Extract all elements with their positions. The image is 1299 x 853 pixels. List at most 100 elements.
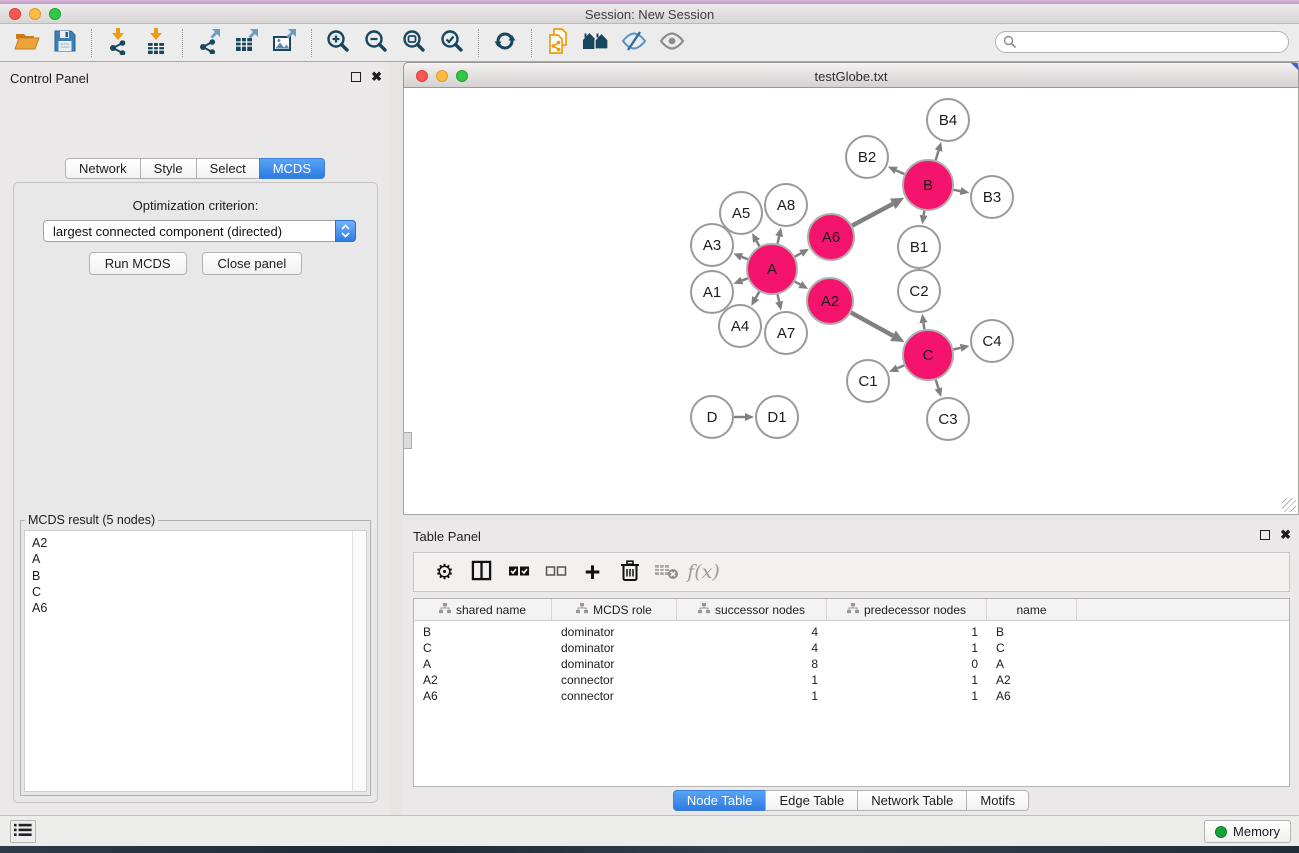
hide-panels-button[interactable] [615, 27, 653, 59]
zoom-fit-button[interactable] [395, 27, 433, 59]
mcds-result-item[interactable]: A [32, 551, 366, 567]
graph-node-A8[interactable]: A8 [765, 184, 807, 226]
graph-node-C4[interactable]: C4 [971, 320, 1013, 362]
open-session-button[interactable] [8, 27, 46, 59]
graph-node-A4[interactable]: A4 [719, 305, 761, 347]
export-image-button[interactable] [266, 27, 304, 59]
cell-name[interactable]: B [987, 625, 1077, 639]
optimization-criterion-select[interactable]: largest connected component (directed) [43, 220, 356, 242]
network-canvas[interactable]: B4B2BB3A8A5A6B1A3AA1A2C2A4A7CC4C1C3DD1 [403, 88, 1299, 515]
cell-mcds-role[interactable]: dominator [552, 625, 677, 639]
graph-node-C[interactable]: C [903, 330, 953, 380]
edge-A-A2[interactable] [795, 282, 800, 285]
column-header-shared-name[interactable]: shared name [414, 599, 552, 620]
cell-shared-name[interactable]: A [414, 657, 552, 671]
edge-A-A3[interactable] [742, 257, 748, 259]
graph-node-A7[interactable]: A7 [765, 312, 807, 354]
show-panel-list-button[interactable] [10, 820, 36, 843]
run-mcds-button[interactable]: Run MCDS [89, 252, 187, 275]
edge-C-C4[interactable] [953, 348, 960, 350]
table-row[interactable]: A6connector11A6 [414, 688, 1289, 704]
cell-shared-name[interactable]: C [414, 641, 552, 655]
import-table-button[interactable] [137, 27, 175, 59]
cell-predecessors[interactable]: 0 [827, 657, 987, 671]
column-header-name[interactable]: name [987, 599, 1077, 620]
edge-B-B2[interactable] [896, 170, 904, 174]
float-panel-icon[interactable] [351, 72, 361, 82]
network-graph[interactable]: B4B2BB3A8A5A6B1A3AA1A2C2A4A7CC4C1C3DD1 [404, 88, 1298, 514]
cell-name[interactable]: A6 [987, 689, 1077, 703]
tab-select[interactable]: Select [196, 158, 260, 179]
save-session-button[interactable] [46, 27, 84, 59]
cell-predecessors[interactable]: 1 [827, 689, 987, 703]
result-list-scrollbar[interactable] [352, 531, 366, 791]
edge-A-A8[interactable] [778, 236, 780, 243]
cell-mcds-role[interactable]: connector [552, 689, 677, 703]
tab-network[interactable]: Network [65, 158, 141, 179]
graph-node-A6[interactable]: A6 [808, 214, 854, 260]
graph-node-C1[interactable]: C1 [847, 360, 889, 402]
cell-shared-name[interactable]: A6 [414, 689, 552, 703]
cell-mcds-role[interactable]: connector [552, 673, 677, 687]
graph-node-A[interactable]: A [747, 244, 797, 294]
cell-successors[interactable]: 4 [677, 625, 827, 639]
mcds-result-item[interactable]: C [32, 584, 366, 600]
edge-C-C1[interactable] [897, 365, 904, 368]
graph-node-A1[interactable]: A1 [691, 271, 733, 313]
graph-node-B[interactable]: B [903, 160, 953, 210]
mcds-result-item[interactable]: B [32, 568, 366, 584]
select-all-button[interactable] [500, 556, 537, 588]
zoom-in-button[interactable] [319, 27, 357, 59]
edge-A-A6[interactable] [795, 253, 801, 256]
cell-mcds-role[interactable]: dominator [552, 657, 677, 671]
search-input[interactable] [995, 31, 1289, 53]
tab-motifs[interactable]: Motifs [966, 790, 1029, 811]
cell-name[interactable]: C [987, 641, 1077, 655]
edge-B-B1[interactable] [924, 211, 925, 216]
column-header-mcds-role[interactable]: MCDS role [552, 599, 677, 620]
graph-node-B2[interactable]: B2 [846, 136, 888, 178]
edge-C-C3[interactable] [936, 380, 939, 389]
graph-node-A3[interactable]: A3 [691, 224, 733, 266]
resize-grip[interactable] [1282, 498, 1296, 512]
edge-A-A4[interactable] [756, 292, 760, 298]
cell-successors[interactable]: 1 [677, 673, 827, 687]
table-row[interactable]: Cdominator41C [414, 640, 1289, 656]
close-panel-icon[interactable]: ✖ [371, 71, 382, 82]
show-columns-button[interactable] [463, 556, 500, 588]
cell-mcds-role[interactable]: dominator [552, 641, 677, 655]
edge-B-B3[interactable] [954, 190, 961, 191]
add-column-button[interactable]: + [574, 556, 611, 588]
network-window-titlebar[interactable]: testGlobe.txt [403, 62, 1299, 88]
table-settings-button[interactable]: ⚙ [426, 556, 463, 588]
column-header-predecessor-nodes[interactable]: predecessor nodes [827, 599, 987, 620]
graph-node-B1[interactable]: B1 [898, 226, 940, 268]
export-network-button[interactable] [190, 27, 228, 59]
edge-A-A7[interactable] [778, 294, 780, 301]
graph-node-D[interactable]: D [691, 396, 733, 438]
splitter-handle[interactable] [403, 432, 412, 449]
deselect-all-button[interactable] [537, 556, 574, 588]
function-builder-button[interactable]: f(x) [685, 556, 722, 588]
close-table-panel-icon[interactable]: ✖ [1280, 529, 1291, 540]
graph-node-A5[interactable]: A5 [720, 192, 762, 234]
float-table-panel-icon[interactable] [1260, 530, 1270, 540]
graph-node-C2[interactable]: C2 [898, 270, 940, 312]
cell-predecessors[interactable]: 1 [827, 625, 987, 639]
mcds-result-item[interactable]: A2 [32, 535, 366, 551]
edge-A2-C[interactable] [851, 313, 893, 336]
table-row[interactable]: Bdominator41B [414, 624, 1289, 640]
edge-A-A1[interactable] [742, 278, 748, 280]
close-panel-button[interactable]: Close panel [202, 252, 303, 275]
graph-node-D1[interactable]: D1 [756, 396, 798, 438]
graph-node-C3[interactable]: C3 [927, 398, 969, 440]
table-row[interactable]: Adominator80A [414, 656, 1289, 672]
column-header-successor-nodes[interactable]: successor nodes [677, 599, 827, 620]
tab-network-table[interactable]: Network Table [857, 790, 967, 811]
cell-successors[interactable]: 8 [677, 657, 827, 671]
delete-table-button[interactable] [648, 556, 685, 588]
refresh-button[interactable] [486, 27, 524, 59]
tab-node-table[interactable]: Node Table [673, 790, 767, 811]
edge-A6-B[interactable] [852, 204, 893, 226]
cell-shared-name[interactable]: A2 [414, 673, 552, 687]
